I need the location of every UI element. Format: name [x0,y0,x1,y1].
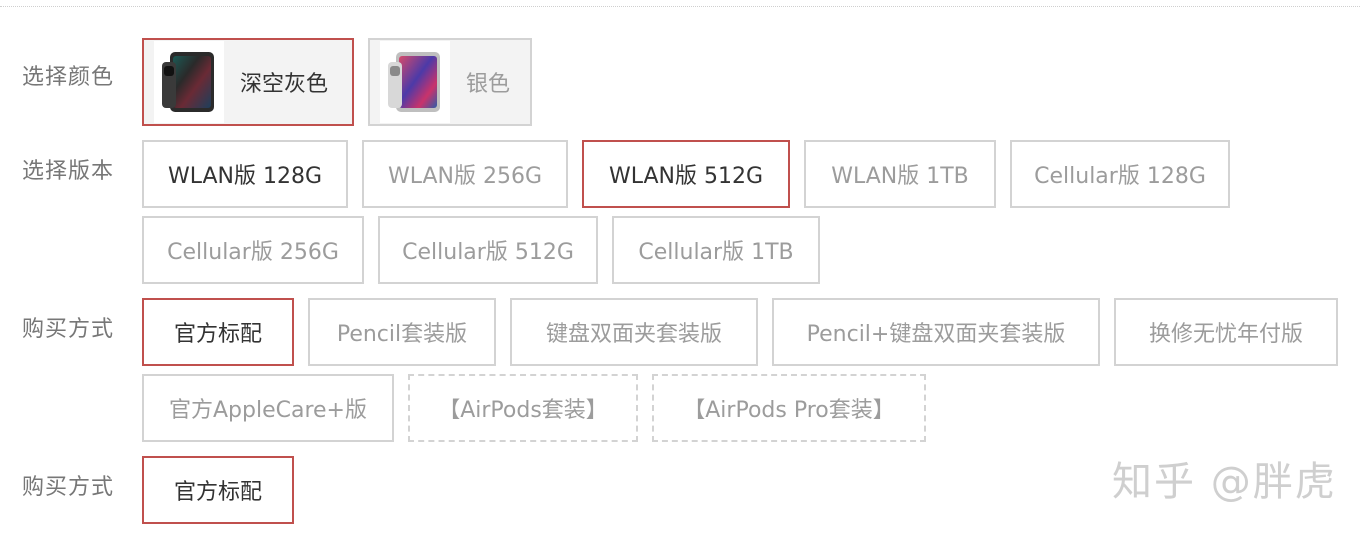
version-option-cellular-1tb[interactable]: Cellular版 1TB [612,216,820,284]
version-option-wlan-256g[interactable]: WLAN版 256G [362,140,568,208]
purchase-option-standard[interactable]: 官方标配 [142,298,294,366]
purchase-option-airpods-bundle[interactable]: 【AirPods套装】 [408,374,638,442]
watermark-text: 知乎 @胖虎 [1112,459,1337,505]
purchase-option-keyboard-folio-bundle[interactable]: 键盘双面夹套装版 [510,298,758,366]
version-option-wlan-1tb[interactable]: WLAN版 1TB [804,140,996,208]
version-option-cellular-128g[interactable]: Cellular版 128G [1010,140,1230,208]
version-option-wlan-128g[interactable]: WLAN版 128G [142,140,348,208]
purchase-row-label-2: 购买方式 [22,475,115,500]
purchase-option-pencil-keyboard-bundle[interactable]: Pencil+键盘双面夹套装版 [772,298,1100,366]
purchase-option-airpods-pro-bundle[interactable]: 【AirPods Pro套装】 [652,374,926,442]
top-dotted-divider [0,6,1360,7]
purchase-option-applecare[interactable]: 官方AppleCare+版 [142,374,394,442]
purchase-option-standard-2[interactable]: 官方标配 [142,456,294,524]
version-option-wlan-512g[interactable]: WLAN版 512G [582,140,790,208]
purchase-option-worry-free-repair[interactable]: 换修无忧年付版 [1114,298,1338,366]
color-row-label: 选择颜色 [22,65,115,90]
purchase-option-pencil-bundle[interactable]: Pencil套装版 [308,298,496,366]
ipad-silver-thumbnail [380,41,450,123]
color-option-label: 银色 [466,72,511,97]
version-option-cellular-256g[interactable]: Cellular版 256G [142,216,364,284]
ipad-space-gray-thumbnail [154,41,224,123]
color-option-space-gray[interactable]: 深空灰色 [142,38,354,126]
version-option-cellular-512g[interactable]: Cellular版 512G [378,216,598,284]
color-option-silver[interactable]: 银色 [368,38,532,126]
purchase-row-label: 购买方式 [22,317,115,342]
version-row-label: 选择版本 [22,159,115,184]
color-option-label: 深空灰色 [240,72,329,97]
